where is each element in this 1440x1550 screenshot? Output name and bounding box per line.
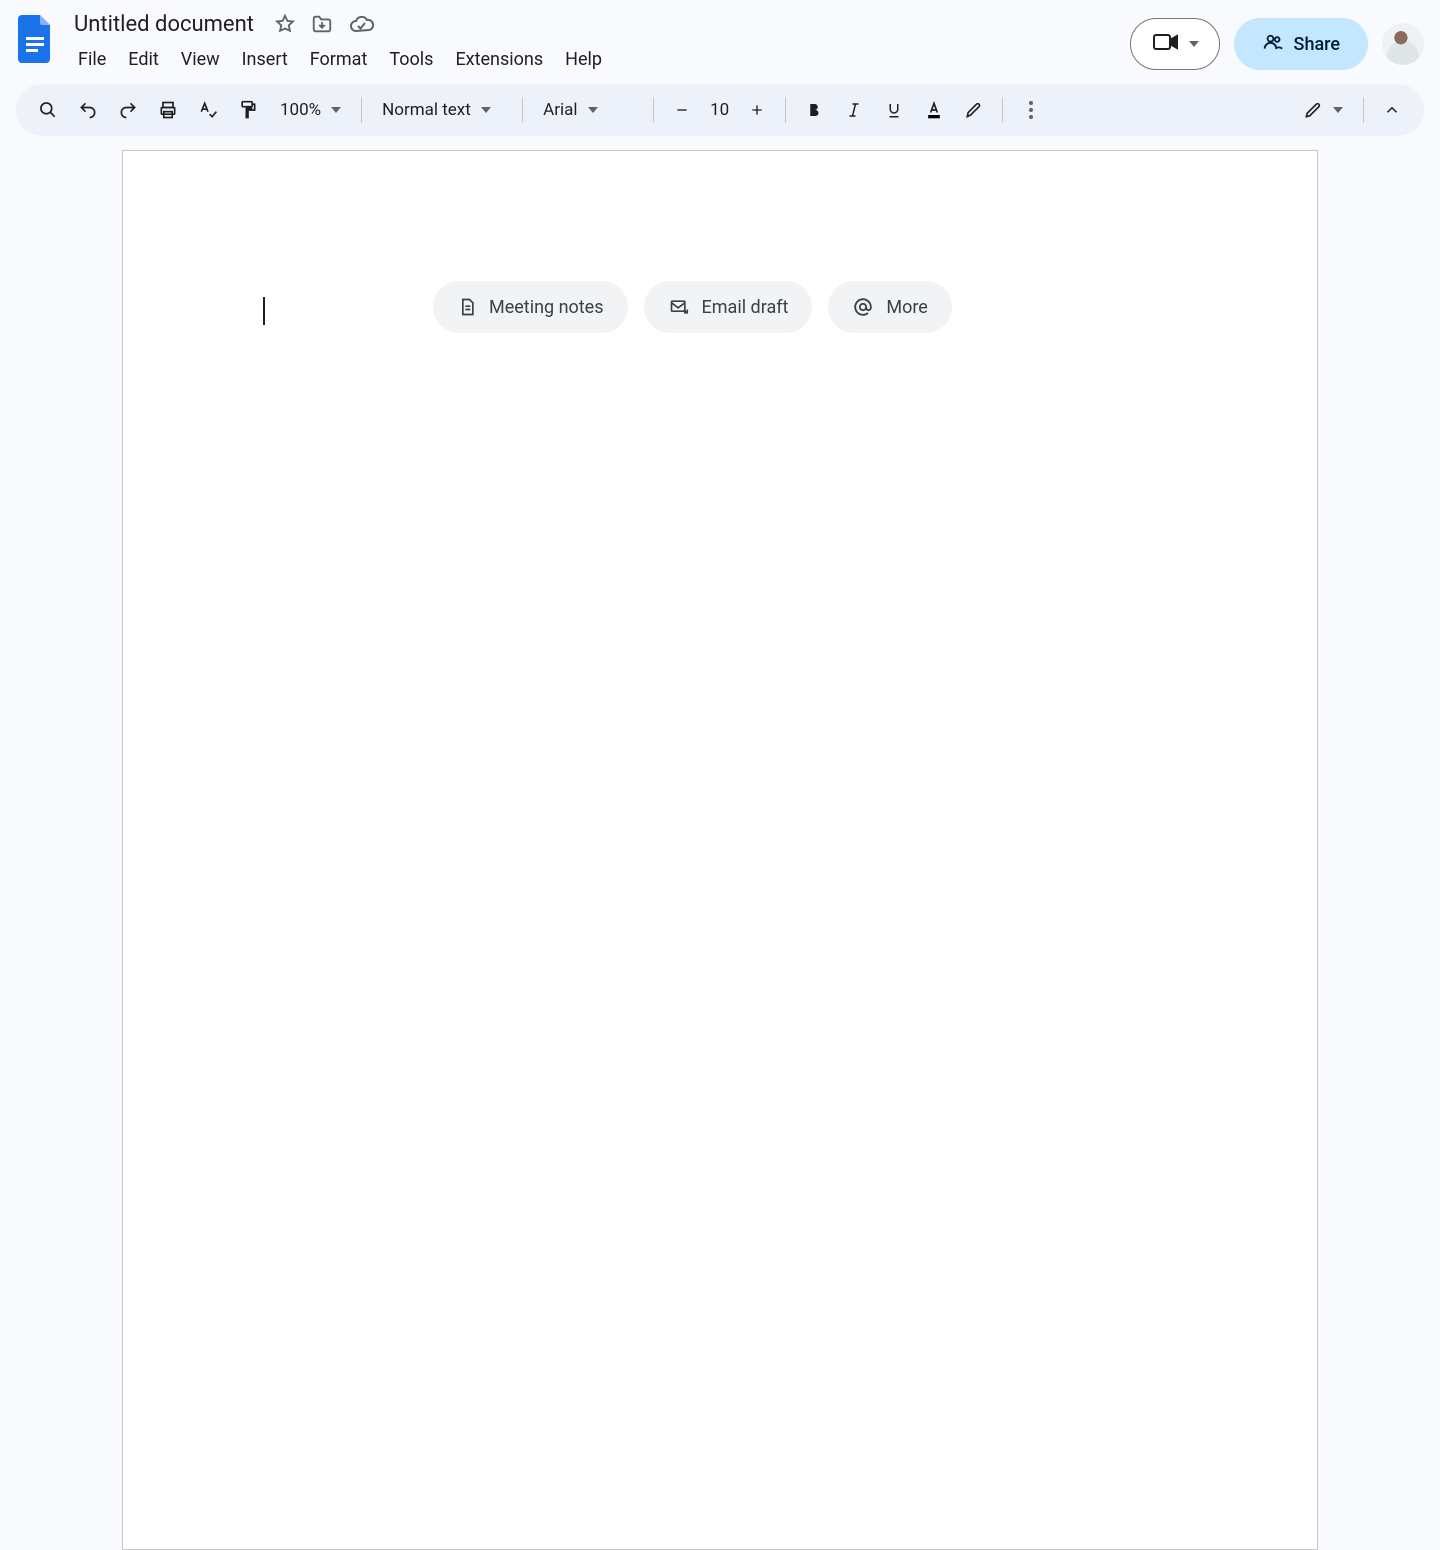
bold-button[interactable]	[796, 92, 832, 128]
document-page[interactable]: Meeting notes Email draft More	[122, 150, 1318, 1550]
style-value: Normal text	[382, 100, 471, 120]
account-avatar[interactable]	[1382, 23, 1424, 65]
text-color-button[interactable]	[916, 92, 952, 128]
chip-meeting-notes[interactable]: Meeting notes	[433, 281, 628, 333]
chevron-down-icon	[331, 107, 341, 113]
separator	[361, 97, 362, 123]
at-icon	[852, 296, 874, 318]
separator	[522, 97, 523, 123]
zoom-select[interactable]: 100%	[270, 92, 351, 128]
chevron-down-icon	[1189, 41, 1199, 47]
editing-mode-button[interactable]	[1293, 92, 1353, 128]
print-button[interactable]	[150, 92, 186, 128]
redo-button[interactable]	[110, 92, 146, 128]
menu-view[interactable]: View	[171, 43, 230, 76]
menu-bar: File Edit View Insert Format Tools Exten…	[68, 42, 1118, 76]
header-right: Share	[1130, 18, 1424, 70]
text-cursor	[263, 297, 265, 325]
increase-font-button[interactable]	[739, 92, 775, 128]
video-icon	[1153, 32, 1179, 56]
toolbar: 100% Normal text Arial 10	[16, 84, 1424, 136]
menu-tools[interactable]: Tools	[379, 43, 443, 76]
separator	[785, 97, 786, 123]
decrease-font-button[interactable]	[664, 92, 700, 128]
separator	[1002, 97, 1003, 123]
chip-email-draft[interactable]: Email draft	[644, 281, 813, 333]
chip-more[interactable]: More	[828, 281, 951, 333]
chevron-down-icon	[481, 107, 491, 113]
people-icon	[1262, 32, 1284, 57]
cloud-status-icon[interactable]	[348, 13, 374, 35]
star-icon[interactable]	[274, 13, 296, 35]
docs-logo[interactable]	[16, 12, 56, 66]
paragraph-style-select[interactable]: Normal text	[372, 92, 512, 128]
menu-file[interactable]: File	[68, 43, 116, 76]
menu-edit[interactable]: Edit	[118, 43, 168, 76]
chip-label: More	[886, 297, 927, 318]
more-tools-button[interactable]	[1013, 92, 1049, 128]
document-title-input[interactable]: Untitled document	[68, 10, 260, 39]
menu-format[interactable]: Format	[300, 43, 378, 76]
separator	[1363, 97, 1364, 123]
chip-label: Email draft	[702, 297, 789, 318]
header: Untitled document	[0, 0, 1440, 76]
font-size-input[interactable]: 10	[704, 92, 735, 128]
zoom-value: 100%	[280, 100, 321, 120]
chevron-down-icon	[1333, 107, 1343, 113]
suggestion-chips: Meeting notes Email draft More	[433, 281, 952, 333]
share-label: Share	[1294, 34, 1340, 55]
font-value: Arial	[543, 100, 577, 120]
menu-help[interactable]: Help	[555, 43, 612, 76]
font-select[interactable]: Arial	[533, 92, 643, 128]
chip-label: Meeting notes	[489, 297, 604, 318]
collapse-toolbar-button[interactable]	[1374, 92, 1410, 128]
italic-button[interactable]	[836, 92, 872, 128]
meet-button[interactable]	[1130, 18, 1220, 70]
title-area: Untitled document	[68, 8, 1118, 76]
undo-button[interactable]	[70, 92, 106, 128]
spellcheck-button[interactable]	[190, 92, 226, 128]
menu-extensions[interactable]: Extensions	[445, 43, 553, 76]
share-button[interactable]: Share	[1234, 18, 1368, 70]
menu-insert[interactable]: Insert	[232, 43, 298, 76]
move-icon[interactable]	[310, 13, 334, 35]
separator	[653, 97, 654, 123]
underline-button[interactable]	[876, 92, 912, 128]
canvas-area: Meeting notes Email draft More	[0, 150, 1440, 1550]
chevron-down-icon	[588, 107, 598, 113]
highlight-color-button[interactable]	[956, 92, 992, 128]
email-icon	[668, 297, 690, 317]
document-icon	[457, 296, 477, 318]
search-menus-button[interactable]	[30, 92, 66, 128]
paint-format-button[interactable]	[230, 92, 266, 128]
